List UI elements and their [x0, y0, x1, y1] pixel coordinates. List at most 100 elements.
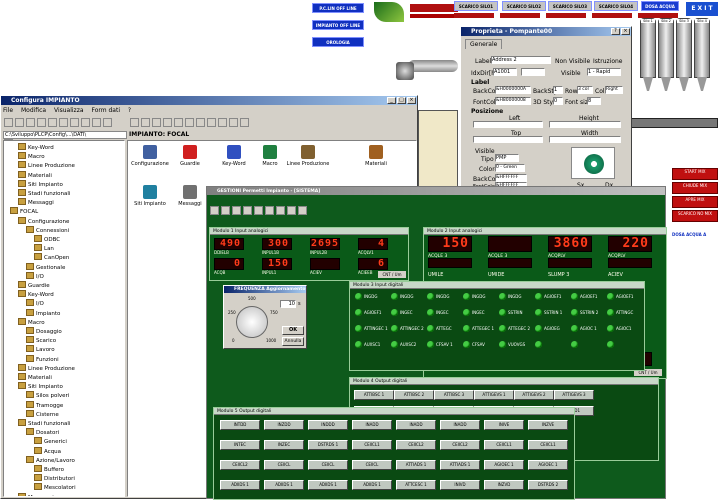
tool-1-icon[interactable]	[130, 118, 139, 127]
digital-output-button[interactable]: ATTIGEVS 2	[514, 390, 554, 400]
menu-help[interactable]: ?	[128, 107, 131, 114]
paste-icon[interactable]	[81, 118, 90, 127]
save-icon[interactable]	[26, 118, 35, 127]
mon-tool-2-icon[interactable]	[221, 206, 230, 215]
digital-output-button[interactable]: CEIICL2	[396, 440, 436, 450]
mon-tool-3-icon[interactable]	[232, 206, 241, 215]
frequency-input[interactable]: 10	[280, 300, 296, 308]
tree-item[interactable]: Acqua	[34, 447, 61, 456]
tree-item[interactable]: ODBC	[34, 235, 60, 244]
delete-icon[interactable]	[92, 118, 101, 127]
visible-checkbox[interactable]: Visible	[561, 70, 581, 77]
digital-output-button[interactable]: CEIICL	[308, 460, 348, 470]
plc-offline-button[interactable]: P.C.LIN OFF LINE	[312, 3, 364, 13]
tree-item[interactable]: Generici	[34, 437, 67, 446]
digital-output-button[interactable]: AGIOEC 1	[484, 460, 524, 470]
tree-item[interactable]: Materiali	[18, 373, 52, 382]
digital-output-button[interactable]: ADIIDS 1	[352, 480, 392, 490]
font-size-input[interactable]: 8	[587, 97, 601, 105]
tool-9-icon[interactable]	[218, 118, 227, 127]
tree-item[interactable]: I/O	[26, 299, 44, 308]
tipo-input[interactable]: PMP	[495, 154, 519, 162]
label-input[interactable]: Address 2	[491, 56, 551, 64]
tree-item[interactable]: Siti Impianto	[18, 180, 63, 189]
config-close-button[interactable]: ×	[407, 97, 416, 104]
tree-item[interactable]: Lavoro	[26, 345, 55, 354]
chiude-mix-button[interactable]: CHIUDE MIX	[672, 182, 718, 194]
digital-output-button[interactable]: ATTIBSC 1	[354, 390, 394, 400]
tree-item[interactable]: Siti Impianto	[18, 382, 63, 391]
cut-icon[interactable]	[59, 118, 68, 127]
digital-output-button[interactable]: INTDD	[220, 420, 260, 430]
digital-output-button[interactable]: AGIOEC 1	[528, 460, 568, 470]
fontcolor-input[interactable]: &H80000008	[495, 97, 531, 105]
tree-item[interactable]: Azione/Lavoro	[26, 456, 75, 465]
tool-2-icon[interactable]	[141, 118, 150, 127]
tool-10-icon[interactable]	[229, 118, 238, 127]
tool-7-icon[interactable]	[196, 118, 205, 127]
top-slider[interactable]	[473, 136, 543, 143]
style3d-input[interactable]: 0	[553, 97, 563, 105]
digital-output-button[interactable]: ADIIDS 1	[308, 480, 348, 490]
digital-output-button[interactable]: ATTIGEVS 3	[554, 390, 594, 400]
tree-item[interactable]: Guardie	[18, 281, 50, 290]
mon-tool-9-icon[interactable]	[298, 206, 307, 215]
tree-item[interactable]: Scarico	[26, 336, 56, 345]
tree-item[interactable]: Connessioni	[26, 226, 69, 235]
tree-item[interactable]: Linee Produzione	[18, 161, 75, 170]
digital-output-button[interactable]: INIVD	[440, 480, 480, 490]
colore-select[interactable]: 0 - Green	[495, 164, 525, 172]
icon-5[interactable]: Materiali	[354, 145, 398, 167]
tree-item[interactable]: Impianto	[26, 309, 60, 318]
digital-output-button[interactable]: ATTIBSC 2	[394, 390, 434, 400]
digital-output-button[interactable]: ATTIGEVS 1	[474, 390, 514, 400]
tree-item[interactable]: Silos polveri	[26, 391, 69, 400]
tree-item[interactable]: Linee Produzione	[18, 364, 75, 373]
copy-icon[interactable]	[70, 118, 79, 127]
digital-output-button[interactable]: ATTIBSC 3	[434, 390, 474, 400]
digital-output-button[interactable]: INADD	[396, 420, 436, 430]
tool-11-icon[interactable]	[240, 118, 249, 127]
digital-output-button[interactable]: INTEC	[220, 440, 260, 450]
digital-output-button[interactable]: ATTIADS 1	[440, 460, 480, 470]
digital-output-button[interactable]: CEIICL1	[352, 440, 392, 450]
row-input[interactable]: 3 col	[577, 86, 593, 94]
tree-item[interactable]: I/O	[26, 272, 44, 281]
digital-output-button[interactable]: INZDD	[264, 420, 304, 430]
menu-file[interactable]: File	[3, 107, 13, 114]
tree-item[interactable]: Buffero	[34, 465, 64, 474]
tool-3-icon[interactable]	[152, 118, 161, 127]
scarico-no-mix-button[interactable]: SCARICO NO MIX	[672, 210, 718, 222]
dosa-acqua-button[interactable]: DOSA ACQUA	[641, 1, 679, 11]
config-min-button[interactable]: _	[387, 97, 396, 104]
tree-item[interactable]: Stadi funzionali	[18, 419, 70, 428]
backstyle-input[interactable]: 1	[553, 86, 563, 94]
digital-output-button[interactable]: INZVD	[484, 480, 524, 490]
tree-item[interactable]: Materiali	[18, 171, 52, 180]
tree-item[interactable]: Dosaggio	[26, 327, 62, 336]
frequency-knob[interactable]	[236, 306, 268, 338]
tree-item[interactable]: Funzioni	[26, 355, 59, 364]
tree-item[interactable]: Stadi funzionali	[18, 189, 70, 198]
menu-modifica[interactable]: Modifica	[21, 107, 46, 114]
tree-item[interactable]: Key-Word	[18, 143, 54, 152]
orologio-button[interactable]: OROLOGIA	[312, 37, 364, 47]
tree-item[interactable]: Configurazione	[18, 217, 69, 226]
tree-item[interactable]: CanOpen	[34, 253, 69, 262]
properties-close-button[interactable]: ×	[621, 28, 630, 35]
tree-item[interactable]: Gestionale	[26, 263, 65, 272]
tree-item[interactable]: Macro	[18, 318, 45, 327]
digital-output-button[interactable]: CEIICL2	[220, 460, 260, 470]
digital-output-button[interactable]: DSTRDS 2	[528, 480, 568, 490]
new-icon[interactable]	[4, 118, 13, 127]
mon-tool-5-icon[interactable]	[254, 206, 263, 215]
ok-button[interactable]: OK	[282, 326, 304, 335]
mon-tool-7-icon[interactable]	[276, 206, 285, 215]
digital-output-button[interactable]: ADIIDS 1	[264, 480, 304, 490]
digital-output-button[interactable]: INZVE	[528, 420, 568, 430]
visible-select[interactable]: 1 - Rapid	[587, 68, 621, 76]
digital-output-button[interactable]: ATTIADS 1	[396, 460, 436, 470]
digital-output-button[interactable]: CEIICL2	[440, 440, 480, 450]
tree-item[interactable]: Distributori	[34, 474, 75, 483]
mon-tool-8-icon[interactable]	[287, 206, 296, 215]
